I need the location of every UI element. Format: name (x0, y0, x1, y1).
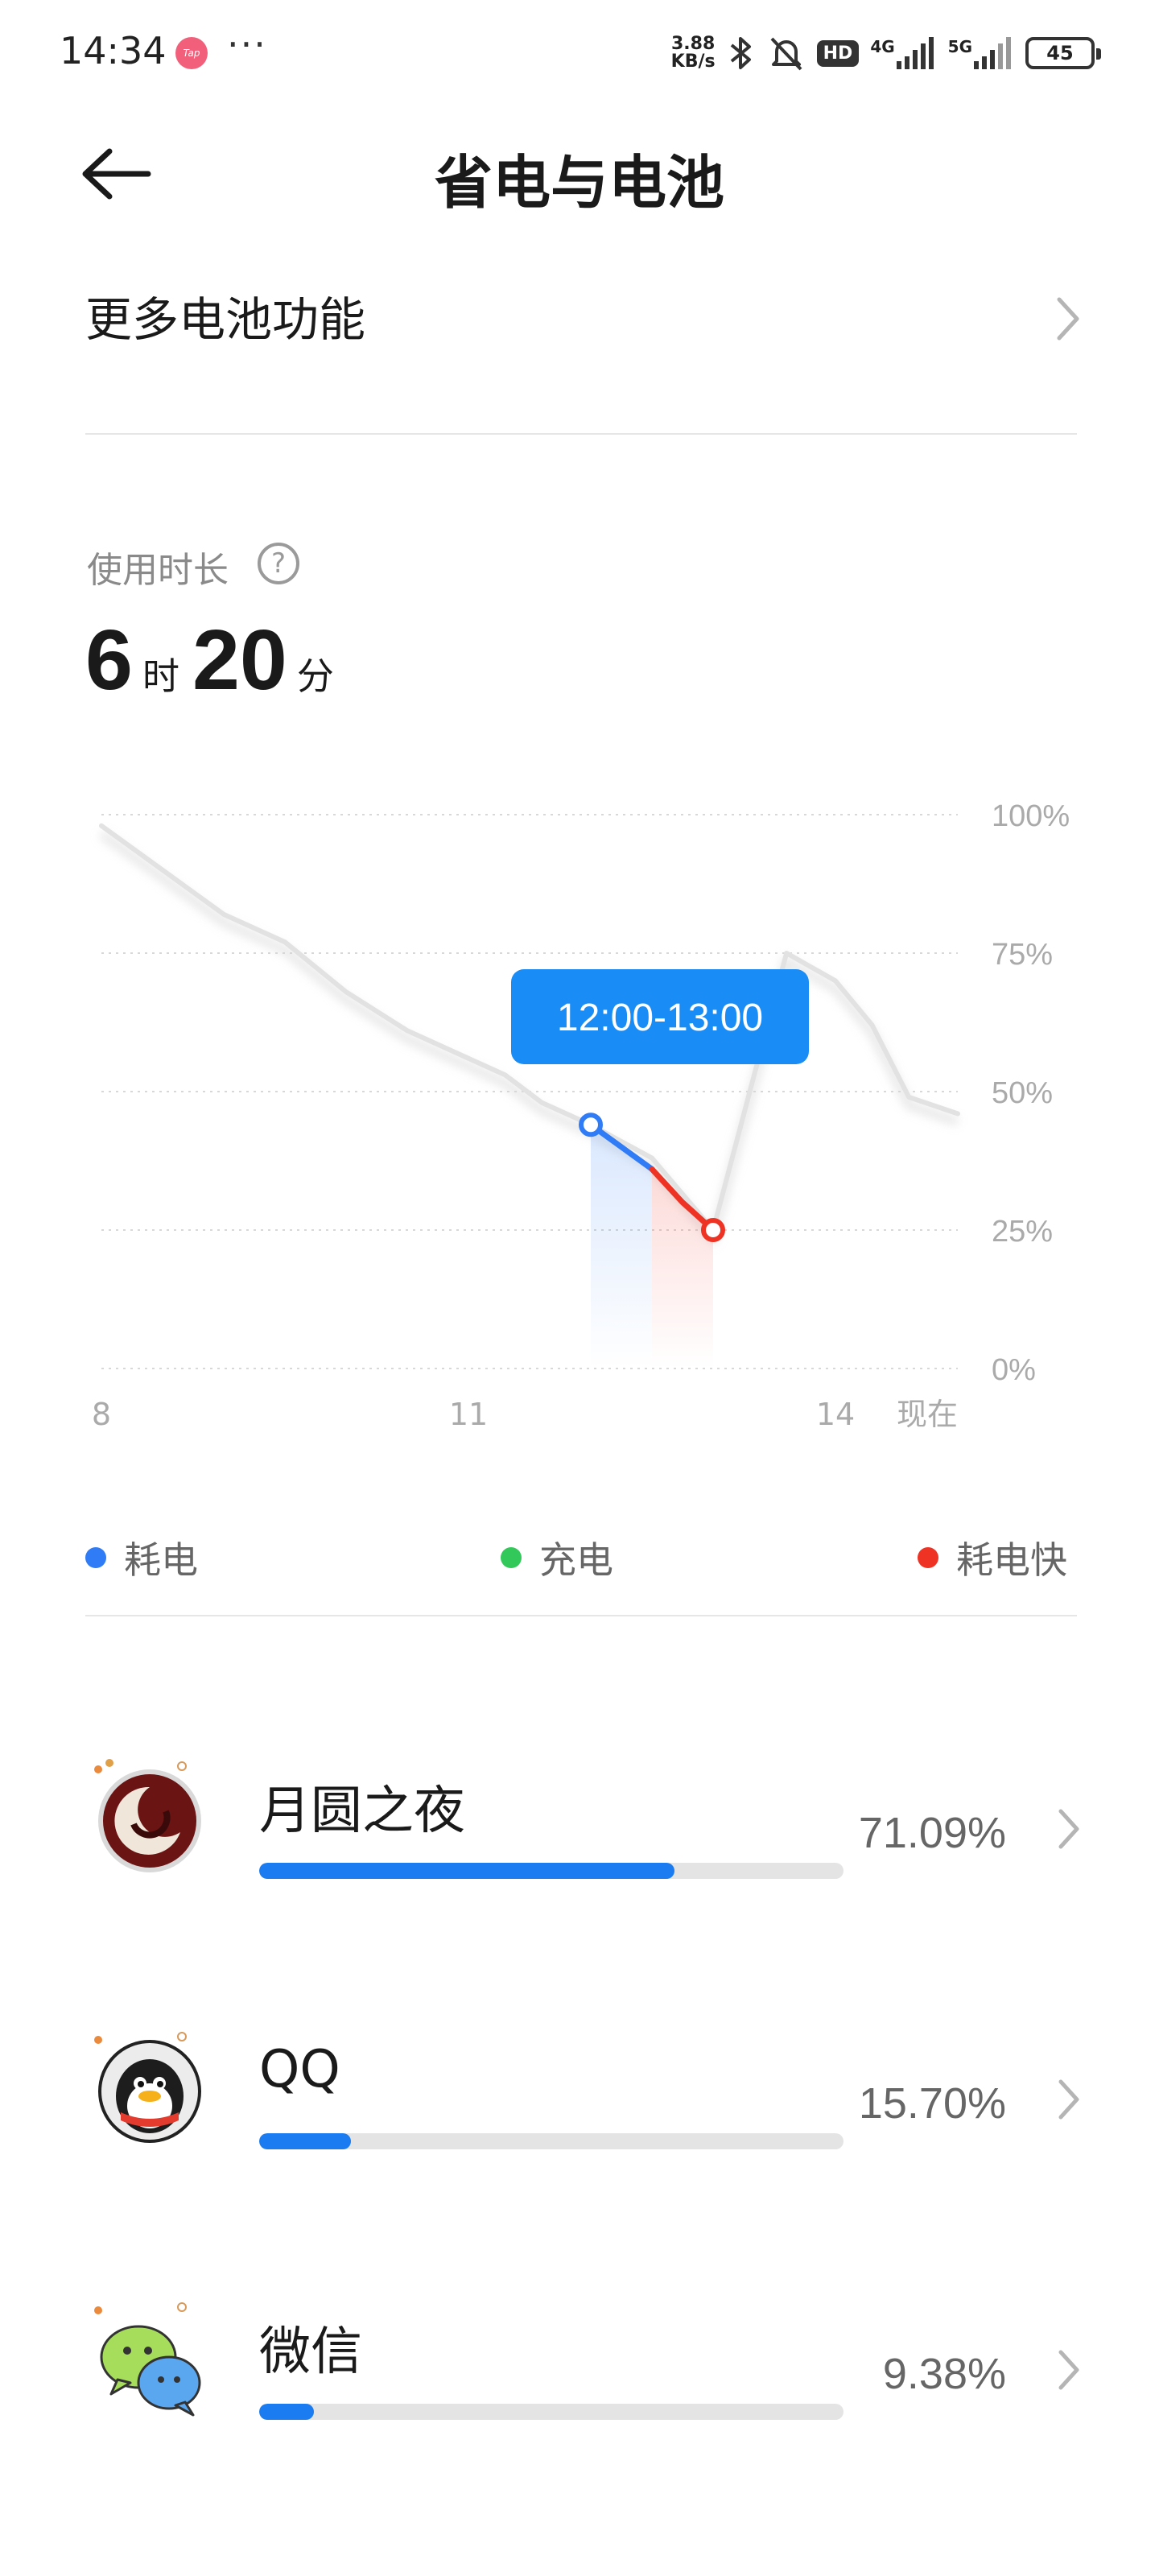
help-icon[interactable]: ? (258, 543, 299, 584)
app-usage-row[interactable]: 月圆之夜 71.09% (85, 1755, 1083, 1916)
chart-y-tick-label: 75% (992, 938, 1053, 972)
hd-voice-icon: HD (816, 39, 860, 67)
chart-x-tick-label: 11 (449, 1397, 488, 1432)
taptap-notification-icon: Tap (175, 37, 208, 69)
battery-icon: 45 (1025, 37, 1101, 69)
legend-item-fast-drain: 耗电快 (918, 1530, 1067, 1586)
usage-minutes-unit: 分 (296, 654, 334, 698)
signal-4g: 4G (870, 37, 936, 69)
chart-y-tick-label: 25% (992, 1215, 1053, 1249)
usage-bar-fill (259, 2404, 315, 2420)
signal-bars-icon (896, 37, 934, 69)
usage-bar-fill (259, 1863, 675, 1879)
chart-y-tick-label: 0% (992, 1353, 1036, 1387)
usage-bar (259, 1863, 843, 1879)
usage-bar (259, 2404, 843, 2420)
chart-y-tick-label: 100% (992, 799, 1070, 833)
app-usage-row[interactable]: 微信 9.38% (85, 2296, 1083, 2457)
legend-dot-green (501, 1547, 522, 1568)
chevron-right-icon (1058, 1809, 1079, 1849)
battery-level-chart[interactable]: 100% 75% 50% 25% 0% 8 11 14 现在 12:00-13:00 (0, 789, 1159, 1481)
chart-x-tick-label: 8 (92, 1397, 111, 1432)
usage-hours: 6 (85, 613, 133, 708)
app-name: QQ (259, 2040, 340, 2099)
app-name: 月圆之夜 (259, 1781, 465, 1841)
divider (85, 433, 1077, 435)
legend-item-drain: 耗电 (85, 1530, 198, 1586)
usage-minutes: 20 (192, 613, 287, 708)
qq-penguin-icon (94, 2032, 201, 2143)
legend-dot-blue (85, 1547, 106, 1568)
bluetooth-icon (730, 37, 751, 69)
usage-duration-value: 6 时 20 分 (85, 612, 347, 709)
legend-label: 耗电 (124, 1538, 198, 1582)
chart-tooltip-label: 12:00-13:00 (557, 997, 763, 1039)
app-usage-row[interactable]: QQ 15.70% (85, 2025, 1083, 2186)
legend-label: 充电 (539, 1538, 613, 1582)
status-icons: 3.88 KB/s HD 4G 5G 45 (670, 29, 1101, 77)
usage-duration-label: 使用时长 (87, 550, 229, 591)
chart-marker-start (579, 1113, 603, 1137)
more-battery-features-row[interactable]: 更多电池功能 (85, 266, 1083, 370)
usage-bar-fill (259, 2133, 351, 2149)
network-speed: 3.88 KB/s (670, 34, 716, 72)
more-battery-features-label: 更多电池功能 (85, 292, 366, 347)
signal-bars-icon (974, 37, 1011, 69)
moon-night-game-icon (94, 1759, 201, 1872)
chevron-right-icon (1057, 297, 1079, 341)
status-time: 14:34 (60, 29, 167, 72)
chart-x-tick-label: 现在 (897, 1397, 958, 1432)
usage-bar (259, 2133, 843, 2149)
status-bar: 14:34 Tap ··· 3.88 KB/s HD 4G 5G 45 (0, 0, 1159, 105)
chevron-right-icon (1058, 2079, 1079, 2120)
wechat-icon (94, 2302, 201, 2417)
mute-bell-icon (770, 37, 802, 71)
usage-hours-unit: 时 (142, 654, 179, 698)
legend-label: 耗电快 (956, 1538, 1067, 1582)
app-name: 微信 (259, 2322, 362, 2382)
app-usage-percent: 71.09% (858, 1809, 1006, 1857)
app-usage-percent: 15.70% (858, 2079, 1006, 2128)
chart-y-tick-label: 50% (992, 1076, 1053, 1110)
signal-5g: 5G (948, 37, 1014, 69)
legend-dot-red (918, 1547, 938, 1568)
more-notifications-icon: ··· (227, 23, 267, 66)
chevron-right-icon (1058, 2350, 1079, 2390)
chart-marker-end (701, 1218, 725, 1242)
app-usage-percent: 9.38% (882, 2350, 1006, 2398)
page-title: 省电与电池 (434, 149, 724, 217)
chart-x-tick-label: 14 (816, 1397, 855, 1432)
divider (85, 1615, 1077, 1616)
legend-item-charge: 充电 (501, 1530, 613, 1586)
